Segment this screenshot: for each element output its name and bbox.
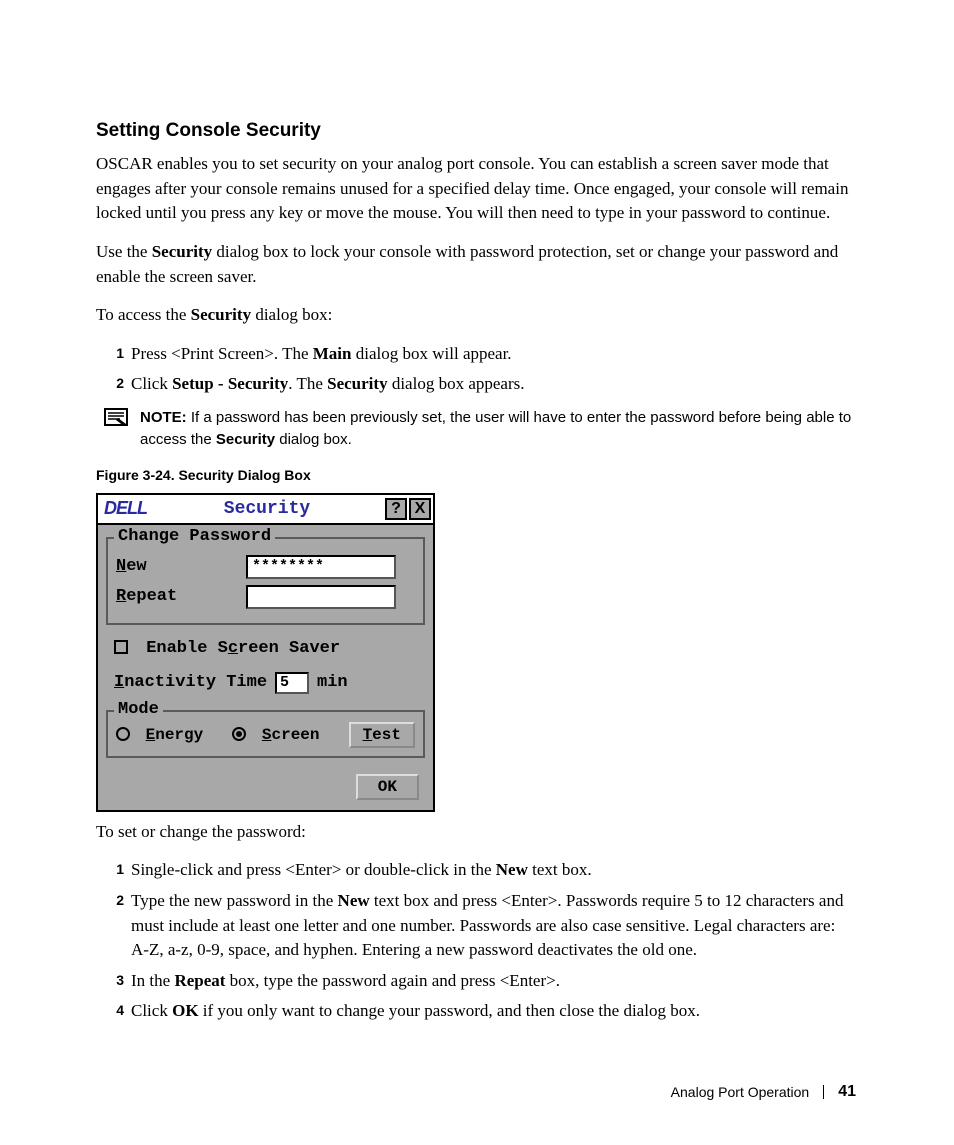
hotkey: I: [114, 673, 124, 692]
text: dialog box will appear.: [352, 344, 512, 363]
dialog-title: Security: [151, 499, 383, 519]
step-number: 3: [104, 970, 124, 990]
inactivity-row: Inactivity Time 5 min: [114, 672, 417, 694]
bold-security: Security: [191, 305, 251, 324]
step-2: 2 Type the new password in the New text …: [96, 889, 856, 963]
text: Click: [131, 1001, 172, 1020]
dialog-titlebar: DELL Security ? X: [98, 495, 433, 525]
step-1: 1 Single-click and press <Enter> or doub…: [96, 858, 856, 883]
bold: OK: [172, 1001, 198, 1020]
energy-radio-label[interactable]: Energy: [116, 726, 203, 744]
paragraph-2: Use the Security dialog box to lock your…: [96, 240, 856, 289]
hotkey: R: [116, 587, 126, 606]
text: epeat: [126, 587, 177, 606]
energy-radio[interactable]: [116, 727, 130, 741]
group-legend: Mode: [114, 700, 163, 719]
text: ew: [126, 557, 146, 576]
step-number: 2: [104, 373, 124, 393]
inactivity-time-input[interactable]: 5: [275, 672, 309, 694]
steps-set-password: 1 Single-click and press <Enter> or doub…: [96, 858, 856, 1024]
step-number: 1: [104, 859, 124, 879]
paragraph-1: OSCAR enables you to set security on you…: [96, 152, 856, 226]
text: nactivity Time: [124, 673, 267, 692]
hotkey: c: [228, 639, 238, 658]
text: Enable S: [146, 639, 228, 658]
page-footer: Analog Port Operation 41: [671, 1083, 856, 1101]
enable-screensaver-checkbox[interactable]: [114, 640, 128, 654]
note: NOTE: If a password has been previously …: [96, 407, 856, 451]
hotkey: N: [116, 557, 126, 576]
new-password-input[interactable]: ********: [246, 555, 396, 579]
footer-separator: [823, 1085, 824, 1099]
text: To access the: [96, 305, 191, 324]
security-dialog: DELL Security ? X Change Password New **…: [96, 493, 435, 812]
text: reen Saver: [238, 639, 340, 658]
hotkey: E: [146, 726, 156, 744]
screen-radio-label[interactable]: Screen: [232, 726, 319, 744]
inactivity-label: Inactivity Time: [114, 673, 267, 692]
text: creen: [272, 726, 320, 744]
text: Click: [131, 374, 172, 393]
step-4: 4 Click OK if you only want to change yo…: [96, 999, 856, 1024]
bold: Repeat: [174, 971, 225, 990]
ok-button[interactable]: OK: [356, 774, 419, 800]
text: est: [372, 726, 401, 744]
bold: Setup - Security: [172, 374, 288, 393]
step-2: 2 Click Setup - Security. The Security d…: [96, 372, 856, 397]
screen-radio[interactable]: [232, 727, 246, 741]
repeat-password-input[interactable]: [246, 585, 396, 609]
bold: New: [338, 891, 370, 910]
bold-security: Security: [152, 242, 212, 261]
text: Press <Print Screen>. The: [131, 344, 313, 363]
text: Type the new password in the: [131, 891, 338, 910]
test-button[interactable]: Test: [349, 722, 415, 748]
enable-screensaver-row: Enable Screen Saver: [114, 639, 417, 658]
group-legend: Change Password: [114, 527, 275, 546]
section-heading: Setting Console Security: [96, 120, 856, 142]
text: dialog box.: [275, 431, 352, 448]
text: dialog box:: [251, 305, 332, 324]
text: if you only want to change your password…: [199, 1001, 700, 1020]
text: Use the: [96, 242, 152, 261]
note-label: NOTE:: [140, 409, 187, 426]
text: box, type the password again and press <…: [225, 971, 560, 990]
text: In the: [131, 971, 174, 990]
steps-access: 1 Press <Print Screen>. The Main dialog …: [96, 342, 856, 397]
bold: Main: [313, 344, 352, 363]
close-button[interactable]: X: [409, 498, 431, 520]
step-1: 1 Press <Print Screen>. The Main dialog …: [96, 342, 856, 367]
step-number: 2: [104, 890, 124, 910]
bold: Security: [327, 374, 387, 393]
text: nergy: [155, 726, 203, 744]
hotkey: T: [363, 726, 373, 744]
hotkey: S: [262, 726, 272, 744]
paragraph-4: To set or change the password:: [96, 820, 856, 845]
text: Single-click and press <Enter> or double…: [131, 860, 496, 879]
help-button[interactable]: ?: [385, 498, 407, 520]
footer-section: Analog Port Operation: [671, 1084, 810, 1100]
figure-caption: Figure 3-24. Security Dialog Box: [96, 467, 856, 483]
bold: New: [496, 860, 528, 879]
note-text: NOTE: If a password has been previously …: [140, 407, 856, 451]
page-number: 41: [838, 1083, 856, 1101]
change-password-group: Change Password New ******** Repeat: [106, 537, 425, 625]
repeat-label: Repeat: [116, 587, 246, 606]
step-3: 3 In the Repeat box, type the password a…: [96, 969, 856, 994]
bold: Security: [216, 431, 275, 448]
note-icon: [104, 408, 128, 426]
new-label: New: [116, 557, 246, 576]
text: . The: [288, 374, 327, 393]
min-label: min: [317, 673, 348, 692]
mode-group: Mode Energy Screen Test: [106, 710, 425, 758]
step-number: 1: [104, 343, 124, 363]
text: dialog box appears.: [388, 374, 525, 393]
step-number: 4: [104, 1000, 124, 1020]
text: text box.: [528, 860, 592, 879]
paragraph-3: To access the Security dialog box:: [96, 303, 856, 328]
dell-logo: DELL: [100, 498, 151, 519]
